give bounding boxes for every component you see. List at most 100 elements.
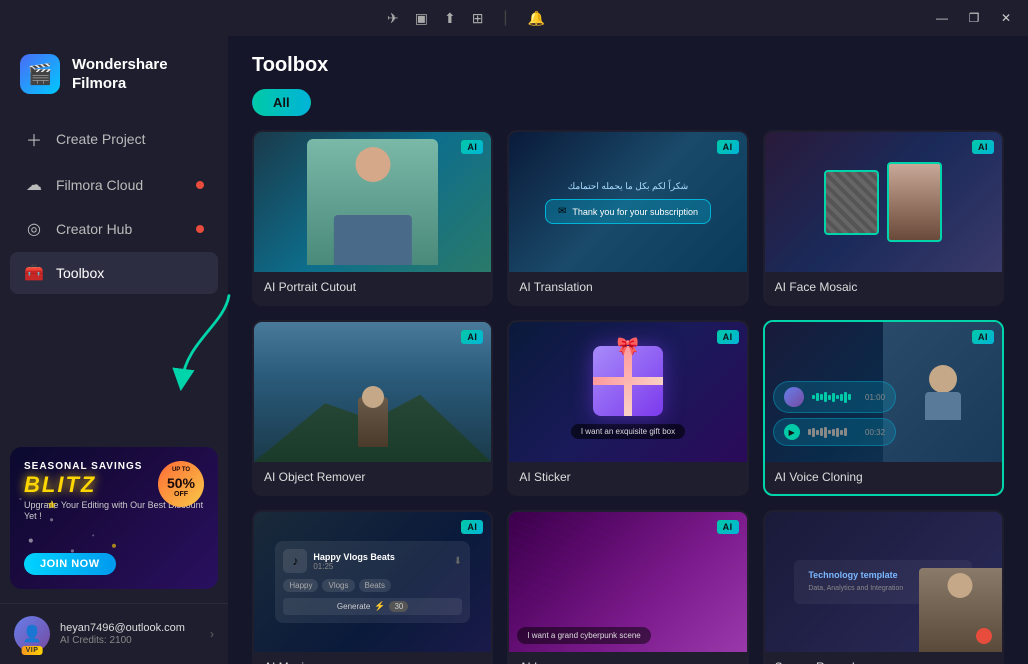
music-info: Happy Vlogs Beats 01:25 (313, 552, 447, 571)
music-title-row: ♪ Happy Vlogs Beats 01:25 ⬇ (283, 549, 462, 573)
card-thumbnail: ♪ Happy Vlogs Beats 01:25 ⬇ Happy (254, 512, 491, 652)
card-thumbnail: AI (254, 132, 491, 272)
track-duration: 01:25 (313, 562, 447, 571)
wave-display (808, 426, 857, 438)
music-player: ♪ Happy Vlogs Beats 01:25 ⬇ Happy (275, 541, 470, 623)
tool-card-screen-recorder[interactable]: Technology template Data, Analytics and … (763, 510, 1004, 664)
nav-items: ＋ Create Project ☁ Filmora Cloud ◎ Creat… (0, 116, 228, 437)
promo-join-button[interactable]: JOIN NOW (24, 553, 116, 575)
user-email: heyan7496@outlook.com (60, 622, 200, 634)
titlebar-controls: — ❐ ✕ (928, 7, 1020, 29)
chevron-right-icon: › (210, 627, 214, 641)
sidebar-item-label: Filmora Cloud (56, 177, 143, 193)
music-note-icon: ♪ (283, 549, 307, 573)
promo-discount-badge: UP TO 50% OFF (158, 461, 204, 507)
ai-badge: AI (972, 330, 994, 344)
ai-badge: AI (717, 140, 739, 154)
titlebar: ✈ ▣ ⬆ ⊞ | 🔔 — ❐ ✕ (0, 0, 1028, 36)
toolbox-icon: 🧰 (24, 263, 44, 283)
app-name: Wondershare Filmora (72, 55, 168, 94)
create-project-icon: ＋ (24, 127, 44, 151)
sidebar-item-create-project[interactable]: ＋ Create Project (10, 116, 218, 162)
maximize-button[interactable]: ❐ (960, 7, 988, 29)
voice-time-1: 01:00 (865, 393, 885, 402)
tool-card-ai-image[interactable]: I want a grand cyberpunk scene AI AI Ima… (507, 510, 748, 664)
tool-card-ai-portrait-cutout[interactable]: AI AI Portrait Cutout (252, 130, 493, 306)
blurred-face (824, 170, 879, 235)
filmora-cloud-icon: ☁ (24, 175, 44, 195)
vip-badge: VIP (22, 646, 43, 655)
record-button (976, 628, 992, 644)
landscape-scene (254, 322, 491, 462)
generate-button-area[interactable]: Generate ⚡ 30 (283, 598, 462, 615)
app-logo-icon: 🎬 (20, 54, 60, 94)
generate-count: 30 (389, 601, 408, 612)
content-header: Toolbox (228, 36, 1028, 89)
promo-percent: 50% (167, 475, 195, 492)
page-title: Toolbox (252, 54, 1004, 77)
tool-card-ai-translation[interactable]: شكراً لكم بكل ما يحمله احتمامك ✉ Thank y… (507, 130, 748, 306)
card-thumbnail: Technology template Data, Analytics and … (765, 512, 1002, 652)
tool-card-ai-face-mosaic[interactable]: AI AI Face Mosaic (763, 130, 1004, 306)
avatar-icon: 👤 (22, 624, 42, 644)
upload-icon[interactable]: ⬆ (444, 10, 456, 27)
translation-thanks-text: Thank you for your subscription (572, 207, 698, 217)
play-button[interactable]: ▶ (784, 424, 800, 440)
ai-badge: AI (461, 520, 483, 534)
filter-bar: All (228, 89, 1028, 130)
promo-up-to: UP TO (172, 467, 190, 474)
close-button[interactable]: ✕ (992, 7, 1020, 29)
tool-label: AI Music (254, 652, 491, 664)
tool-label: AI Image (509, 652, 746, 664)
face-boxes (765, 132, 1002, 272)
grid-icon[interactable]: ⊞ (472, 10, 484, 27)
ai-badge: AI (972, 140, 994, 154)
tool-label: AI Object Remover (254, 462, 491, 494)
titlebar-icons: ✈ ▣ ⬆ ⊞ | 🔔 (387, 9, 545, 27)
tag-beats: Beats (359, 579, 391, 592)
tool-label: AI Voice Cloning (765, 462, 1002, 494)
clear-face (887, 162, 942, 242)
minimize-button[interactable]: — (928, 7, 956, 29)
generate-label: Generate (337, 602, 370, 611)
card-thumbnail: AI (254, 322, 491, 462)
tool-card-ai-music[interactable]: ♪ Happy Vlogs Beats 01:25 ⬇ Happy (252, 510, 493, 664)
bell-icon[interactable]: 🔔 (528, 10, 545, 27)
voice-bar-2: ▶ (773, 418, 896, 446)
tool-card-ai-sticker[interactable]: 🎀 I want an exquisite gift box AI AI Sti… (507, 320, 748, 496)
user-area[interactable]: 👤 VIP heyan7496@outlook.com AI Credits: … (0, 603, 228, 664)
card-thumbnail: 01:00 ▶ (765, 322, 1002, 462)
download-icon: ⬇ (454, 556, 462, 567)
sidebar-item-filmora-cloud[interactable]: ☁ Filmora Cloud (10, 164, 218, 206)
tool-label: AI Sticker (509, 462, 746, 494)
user-avatar: 👤 VIP (14, 616, 50, 652)
track-name: Happy Vlogs Beats (313, 552, 447, 562)
wave-display (812, 391, 857, 403)
tools-grid-container: AI AI Portrait Cutout شكراً لكم بكل ما ي… (228, 130, 1028, 664)
tag-happy: Happy (283, 579, 318, 592)
monitor-icon[interactable]: ▣ (415, 10, 428, 27)
promo-off: OFF (174, 491, 188, 499)
sidebar-item-label: Create Project (56, 131, 145, 147)
ai-badge: AI (717, 520, 739, 534)
image-scene: I want a grand cyberpunk scene (509, 512, 746, 652)
sidebar-item-toolbox[interactable]: 🧰 Toolbox (10, 252, 218, 294)
filter-all[interactable]: All (252, 89, 311, 116)
user-credits: AI Credits: 2100 (60, 635, 200, 646)
tool-card-ai-object-remover[interactable]: AI AI Object Remover (252, 320, 493, 496)
promo-banner: SEASONAL SAVINGS BLITZ Upgrade Your Edit… (10, 447, 218, 589)
tool-label: AI Face Mosaic (765, 272, 1002, 304)
content-area: Toolbox All AI (228, 36, 1028, 664)
gift-box: 🎀 (593, 346, 663, 416)
creator-hub-icon: ◎ (24, 219, 44, 239)
send-icon[interactable]: ✈ (387, 10, 399, 27)
image-prompt: I want a grand cyberpunk scene (517, 627, 650, 644)
tool-card-ai-voice-cloning[interactable]: 01:00 ▶ (763, 320, 1004, 496)
voice-time-2: 00:32 (865, 428, 885, 437)
user-info: heyan7496@outlook.com AI Credits: 2100 (60, 622, 200, 646)
music-tags: Happy Vlogs Beats (283, 579, 462, 592)
tools-grid: AI AI Portrait Cutout شكراً لكم بكل ما ي… (252, 130, 1004, 664)
sidebar-item-creator-hub[interactable]: ◎ Creator Hub (10, 208, 218, 250)
sidebar-item-label: Toolbox (56, 265, 104, 281)
notification-dot (196, 225, 204, 233)
